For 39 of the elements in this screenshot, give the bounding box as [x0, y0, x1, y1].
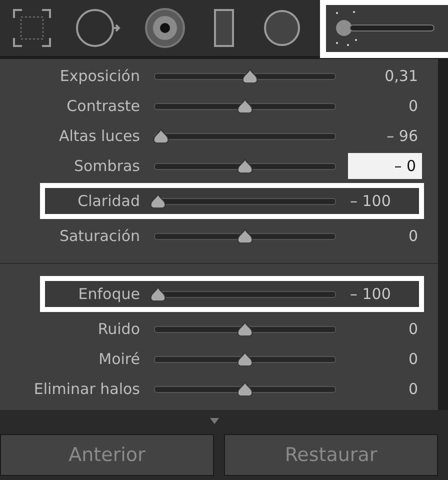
- slider-label: Contraste: [66, 97, 140, 115]
- slider-label: Altas luces: [58, 127, 140, 145]
- slider-thumb[interactable]: [150, 287, 166, 301]
- slider-label: Enfoque: [77, 285, 140, 303]
- circle-arrow-icon: [74, 6, 122, 50]
- slider-label: Saturación: [58, 227, 140, 245]
- slider-thumb[interactable]: [237, 382, 253, 396]
- slider-value: 0: [407, 227, 419, 245]
- slider-value: – 100: [350, 192, 392, 210]
- slider-label: Ruido: [96, 320, 140, 338]
- selection-grid-icon: [12, 8, 52, 48]
- slider-value: 0: [407, 320, 419, 338]
- slider-thumb[interactable]: [237, 352, 253, 366]
- slider-thumb[interactable]: [237, 159, 253, 173]
- slider-thumb[interactable]: [242, 69, 258, 83]
- slider-value: 0: [407, 350, 419, 368]
- slider-value: – 96: [386, 127, 419, 145]
- caret-icon[interactable]: [210, 418, 219, 424]
- panel-button[interactable]: Anterior: [0, 434, 214, 476]
- brush-slider-icon: [334, 8, 436, 48]
- slider-label: Eliminar halos: [32, 380, 140, 398]
- slider-value: – 100: [350, 285, 392, 303]
- slider-value: 0: [407, 380, 419, 398]
- slider-thumb[interactable]: [237, 99, 253, 113]
- panel-button[interactable]: Restaurar: [224, 434, 438, 476]
- circle-icon: [262, 8, 302, 48]
- eye-icon: [144, 7, 186, 49]
- slider-thumb[interactable]: [153, 129, 170, 143]
- slider-label: Moiré: [98, 350, 140, 368]
- slider-label: Sombras: [72, 157, 140, 175]
- slider-thumb[interactable]: [150, 194, 166, 208]
- slider-label: Exposición: [58, 67, 140, 85]
- slider-value: 0,31: [384, 67, 419, 85]
- tool-button[interactable]: [320, 0, 448, 58]
- slider-thumb[interactable]: [237, 322, 253, 336]
- value-field[interactable]: – 0: [348, 153, 422, 179]
- slider-value: 0: [407, 97, 419, 115]
- slider-thumb[interactable]: [237, 229, 253, 243]
- slider-label: Claridad: [76, 192, 140, 210]
